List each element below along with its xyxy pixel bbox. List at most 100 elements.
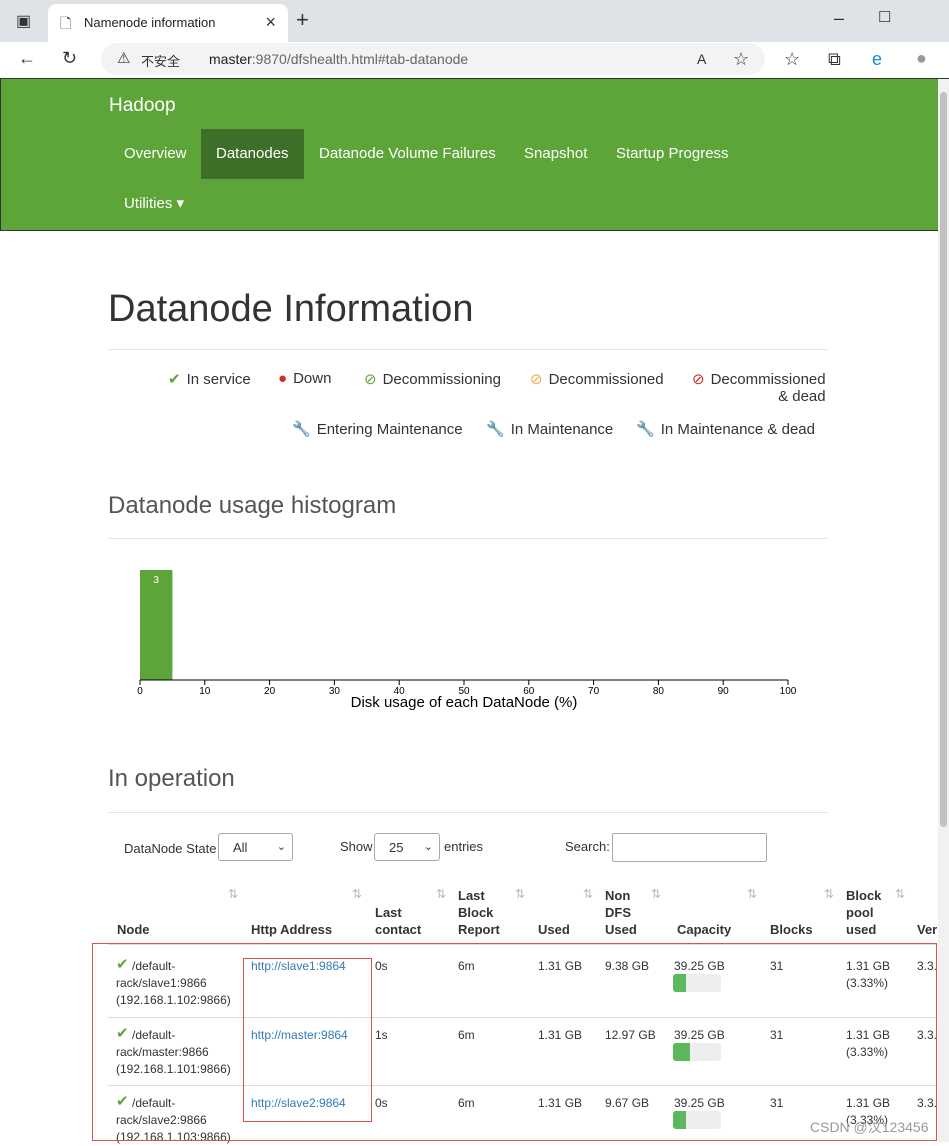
- minimize-icon[interactable]: –: [834, 8, 844, 28]
- check-icon: ✔: [168, 371, 181, 388]
- url-text: master:9870/dfshealth.html#tab-datanode: [209, 51, 468, 67]
- state-select[interactable]: All ⌄: [218, 833, 293, 861]
- legend-decommissioned: ⊘ Decommissioned: [530, 370, 664, 388]
- page-title: Datanode Information: [108, 288, 474, 330]
- x-tick-label: 0: [137, 686, 143, 697]
- edge-icon[interactable]: e: [872, 49, 882, 69]
- header-line: Report: [458, 922, 500, 937]
- highlight-box: [92, 943, 937, 1141]
- warning-icon: ⚠: [117, 50, 131, 67]
- sort-icon[interactable]: ⇅: [895, 887, 905, 901]
- column-header-last-contact[interactable]: Last contact: [375, 904, 421, 938]
- column-header-block-pool-used[interactable]: Block pool used: [846, 887, 881, 938]
- x-tick-label: 30: [329, 686, 341, 697]
- browser-tab[interactable]: 🗋 Namenode information ×: [48, 4, 288, 42]
- new-tab-icon[interactable]: +: [296, 9, 309, 31]
- header-line: used: [846, 922, 877, 937]
- sort-icon[interactable]: ⇅: [515, 887, 525, 901]
- divider: [108, 812, 828, 813]
- x-tick-label: 70: [588, 686, 600, 697]
- url-field[interactable]: ⚠ 不安全 master:9870/dfshealth.html#tab-dat…: [101, 43, 765, 75]
- header-line: Http Address: [251, 922, 333, 937]
- column-header-blocks[interactable]: Blocks: [770, 921, 813, 938]
- legend-label: In Maintenance & dead: [660, 421, 815, 438]
- sort-icon[interactable]: ⇅: [436, 887, 446, 901]
- header-line: Used: [605, 922, 637, 937]
- chevron-down-icon: ⌄: [276, 841, 286, 853]
- column-header-non-dfs-used[interactable]: Non DFS Used: [605, 887, 637, 938]
- ban-icon: ⊘: [692, 371, 705, 388]
- sort-icon[interactable]: ⇅: [583, 887, 593, 901]
- favorites-icon[interactable]: ☆: [784, 49, 800, 69]
- page-icon: 🗋: [60, 15, 72, 31]
- column-header-last-block-report[interactable]: Last Block Report: [458, 887, 500, 938]
- state-select-value: All: [233, 840, 248, 855]
- x-axis-title: Disk usage of each DataNode (%): [351, 694, 578, 710]
- legend-label: Decommissioning: [382, 371, 501, 388]
- header-line: Used: [538, 922, 570, 937]
- scrollbar-thumb[interactable]: [940, 92, 947, 827]
- profile-icon[interactable]: ●: [916, 48, 927, 68]
- usage-histogram: 30 10 20 30 40 50 60 70 80 90 100Disk usage of eac…: [137, 570, 797, 710]
- back-icon[interactable]: ←: [18, 48, 36, 68]
- maximize-icon[interactable]: ☐: [878, 8, 891, 28]
- header-line: Block: [458, 905, 494, 920]
- search-input[interactable]: [612, 833, 767, 862]
- header-line: DFS: [605, 905, 631, 920]
- sort-icon[interactable]: ⇅: [824, 887, 834, 901]
- nav-utilities-dropdown[interactable]: Utilities ▾: [109, 179, 199, 229]
- operation-title: In operation: [108, 765, 235, 792]
- add-favorite-icon[interactable]: ☆: [733, 49, 749, 69]
- collections-icon[interactable]: ⧉: [828, 49, 841, 69]
- column-header-version[interactable]: Ver: [917, 921, 937, 938]
- sort-icon[interactable]: ⇅: [651, 887, 661, 901]
- sort-icon[interactable]: ⇅: [228, 887, 238, 901]
- hadoop-navbar: Hadoop Overview Datanodes Datanode Volum…: [0, 78, 949, 231]
- histogram-bar: [140, 570, 173, 680]
- header-line: Block: [846, 888, 882, 903]
- read-aloud-icon[interactable]: A: [697, 49, 706, 69]
- header-line: Last: [375, 905, 402, 920]
- url-host: master: [209, 51, 252, 67]
- reload-icon[interactable]: ↻: [62, 48, 77, 68]
- entries-select[interactable]: 25 ⌄: [374, 833, 440, 861]
- legend-decommissioned-dead: ⊘ Decommissioned & dead: [692, 370, 826, 405]
- nav-overview[interactable]: Overview: [109, 129, 202, 179]
- header-line: Blocks: [770, 922, 813, 937]
- wrench-icon: 🔧: [486, 421, 505, 438]
- column-header-node[interactable]: Node: [117, 921, 150, 938]
- legend-label: In service: [186, 371, 251, 388]
- nav-snapshot[interactable]: Snapshot: [509, 129, 602, 179]
- close-tab-icon[interactable]: ×: [265, 12, 276, 33]
- column-header-capacity[interactable]: Capacity: [677, 921, 731, 938]
- sort-icon[interactable]: ⇅: [352, 887, 362, 901]
- column-header-used[interactable]: Used: [538, 921, 570, 938]
- nav-startup-progress[interactable]: Startup Progress: [601, 129, 744, 179]
- legend-label: Down: [293, 370, 332, 387]
- divider: [108, 538, 828, 539]
- header-line: Last: [458, 888, 485, 903]
- legend-entering-maintenance: 🔧 Entering Maintenance: [292, 420, 463, 438]
- nav-volume-failures[interactable]: Datanode Volume Failures: [304, 129, 511, 179]
- header-line: Capacity: [677, 922, 732, 937]
- x-tick-label: 100: [780, 686, 797, 697]
- entries-select-value: 25: [389, 840, 404, 855]
- search-label: Search:: [565, 839, 610, 854]
- header-line: Ver: [917, 922, 938, 937]
- legend-label: Entering Maintenance: [316, 421, 463, 438]
- header-line: contact: [375, 922, 422, 937]
- chevron-down-icon: ⌄: [423, 841, 433, 853]
- header-line: Node: [117, 922, 150, 937]
- nav-datanodes[interactable]: Datanodes: [201, 129, 304, 179]
- legend-label: In Maintenance: [510, 421, 614, 438]
- x-tick-label: 80: [653, 686, 665, 697]
- ban-icon: ⊘: [530, 371, 543, 388]
- sort-icon[interactable]: ⇅: [747, 887, 757, 901]
- url-path: :9870/dfshealth.html#tab-datanode: [251, 51, 469, 67]
- brand-logo[interactable]: Hadoop: [109, 95, 176, 117]
- tab-actions-icon[interactable]: ▣: [16, 12, 31, 32]
- watermark: CSDN @汶123456: [810, 1119, 929, 1135]
- legend-in-maintenance-dead: 🔧 In Maintenance & dead: [636, 420, 815, 438]
- exclamation-icon: ●: [278, 370, 288, 387]
- column-header-http-address[interactable]: Http Address: [251, 921, 332, 938]
